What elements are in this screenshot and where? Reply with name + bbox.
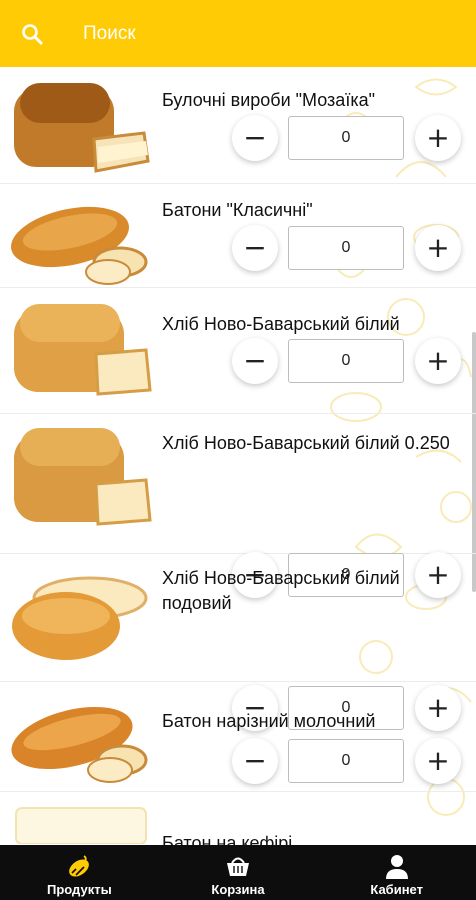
product-item: Хліб Ново-Баварський білий − + [0,288,476,414]
bottom-navigation: Продукты Корзина Кабинет [0,845,476,900]
decrease-quantity-button[interactable]: − [232,738,278,784]
product-item: Батони "Класичні" − + [0,184,476,288]
product-image [14,428,152,526]
tab-label: Продукты [47,882,112,897]
product-name: Хліб Ново-Баварський білий 0.250 [162,433,450,453]
product-image [12,576,148,660]
decrease-quantity-button[interactable]: − [232,338,278,384]
basket-icon [227,857,249,876]
search-icon[interactable] [20,22,44,46]
product-image [11,706,148,783]
product-name: Булочні вироби "Мозаїка" [162,90,375,110]
quantity-input[interactable] [288,739,404,783]
product-name: Хліб Ново-Баварський білий [162,314,400,334]
tab-account[interactable]: Кабинет [317,845,476,900]
product-name: Батони "Класичні" [162,200,313,220]
quantity-input[interactable] [288,116,404,160]
decrease-quantity-button[interactable]: − [232,115,278,161]
product-image [14,304,152,396]
search-field[interactable]: Поиск [83,22,136,46]
product-item: Хліб Ново-Баварський білий подовий − + [0,554,476,731]
product-image [14,83,150,173]
product-image [15,807,147,844]
product-item: Хліб Ново-Баварський білий 0.250 − + [0,414,476,598]
product-name: Батон на кефірі [162,833,293,845]
user-icon [385,855,408,879]
increase-quantity-button[interactable]: + [415,225,461,271]
decrease-quantity-button[interactable]: − [232,225,278,271]
tab-label: Кабинет [370,882,423,897]
increase-quantity-button[interactable]: + [415,115,461,161]
product-image [11,206,148,285]
bread-icon [69,855,90,877]
quantity-input[interactable] [288,226,404,270]
app-header: Поиск [0,0,476,67]
quantity-input[interactable] [288,339,404,383]
product-item: Булочні вироби "Мозаїка" − + [0,67,476,184]
product-item: Батон нарізний молочний − + [0,682,476,792]
product-list[interactable]: Булочні вироби "Мозаїка" − + Батони "Кла… [0,67,476,845]
product-item: Батон на кефірі [0,792,476,845]
product-name: Хліб Ново-Баварський білий подовий [162,568,400,613]
increase-quantity-button[interactable]: + [415,738,461,784]
tab-products[interactable]: Продукты [0,845,159,900]
product-name: Батон нарізний молочний [162,711,376,731]
tab-cart[interactable]: Корзина [159,845,318,900]
tab-label: Корзина [211,882,265,897]
increase-quantity-button[interactable]: + [415,338,461,384]
